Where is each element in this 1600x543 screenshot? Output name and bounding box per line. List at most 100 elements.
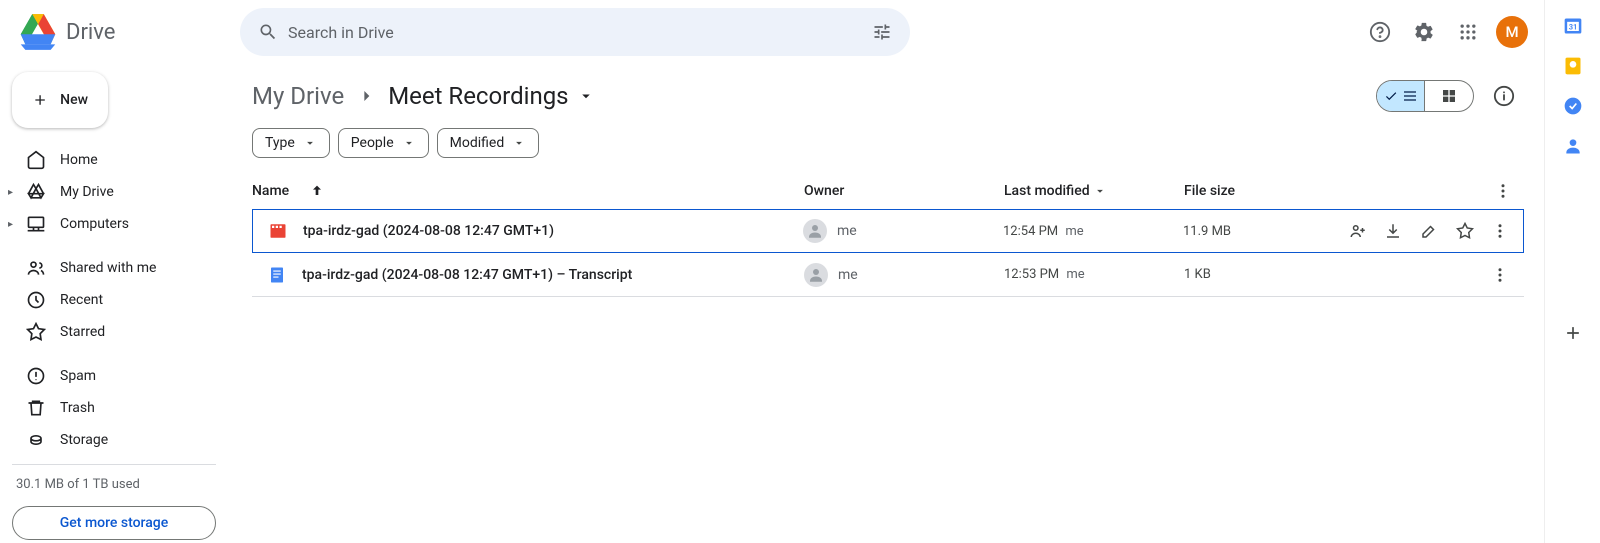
logo-area[interactable]: Drive bbox=[12, 12, 232, 52]
svg-text:31: 31 bbox=[1568, 22, 1577, 31]
sidebar-item-label: Starred bbox=[60, 324, 105, 340]
view-toggle bbox=[1376, 80, 1474, 112]
tasks-addon-icon[interactable] bbox=[1563, 96, 1583, 116]
table-row[interactable]: tpa-irdz-gad (2024-08-08 12:47 GMT+1) – … bbox=[252, 253, 1524, 297]
filter-type[interactable]: Type bbox=[252, 128, 330, 158]
more-button[interactable] bbox=[1484, 259, 1516, 291]
caret-down-icon bbox=[1093, 184, 1107, 198]
filter-row: Type People Modified bbox=[252, 128, 1524, 158]
arrow-up-icon bbox=[309, 183, 325, 199]
plus-icon bbox=[32, 88, 48, 112]
new-button[interactable]: New bbox=[12, 72, 108, 128]
storage-usage-text: 30.1 MB of 1 TB used bbox=[12, 477, 216, 492]
more-button[interactable] bbox=[1485, 215, 1515, 247]
star-button[interactable] bbox=[1450, 215, 1480, 247]
sidebar-item-trash[interactable]: Trash bbox=[12, 392, 216, 424]
expand-icon[interactable]: ▸ bbox=[8, 219, 13, 230]
breadcrumb-parent[interactable]: My Drive bbox=[252, 82, 344, 110]
file-name: tpa-irdz-gad (2024-08-08 12:47 GMT+1) bbox=[303, 223, 803, 239]
share-button[interactable] bbox=[1343, 215, 1373, 247]
home-icon bbox=[26, 150, 46, 170]
sidebar-item-home[interactable]: Home bbox=[12, 144, 216, 176]
list-view-button[interactable] bbox=[1377, 81, 1425, 111]
doc-file-icon bbox=[252, 266, 302, 284]
modified-cell: 12:53 PM me bbox=[1004, 267, 1184, 282]
sidebar-item-label: Computers bbox=[60, 216, 129, 232]
main-panel: My Drive Meet Recordings bbox=[232, 64, 1544, 543]
sidebar-item-mydrive[interactable]: ▸ My Drive bbox=[12, 176, 216, 208]
row-actions bbox=[1344, 259, 1524, 291]
caret-down-icon bbox=[303, 136, 317, 150]
sidebar-item-computers[interactable]: ▸ Computers bbox=[12, 208, 216, 240]
video-file-icon bbox=[253, 222, 303, 240]
sidebar-item-label: Recent bbox=[60, 292, 103, 308]
search-input[interactable] bbox=[288, 23, 862, 42]
sidebar-item-storage[interactable]: Storage bbox=[12, 424, 216, 456]
top-actions: M bbox=[1360, 12, 1536, 52]
account-avatar[interactable]: M bbox=[1496, 16, 1528, 48]
sidebar-item-spam[interactable]: Spam bbox=[12, 360, 216, 392]
add-addon-icon[interactable] bbox=[1563, 323, 1583, 343]
caret-down-icon bbox=[402, 136, 416, 150]
grid-view-button[interactable] bbox=[1425, 81, 1473, 111]
search-icon[interactable] bbox=[248, 12, 288, 52]
trash-icon bbox=[26, 398, 46, 418]
spam-icon bbox=[26, 366, 46, 386]
info-button[interactable] bbox=[1484, 76, 1524, 116]
breadcrumb-current[interactable]: Meet Recordings bbox=[388, 82, 568, 110]
owner-cell: me bbox=[804, 263, 1004, 287]
owner-cell: me bbox=[803, 219, 1003, 243]
column-owner[interactable]: Owner bbox=[804, 183, 1004, 199]
sidebar-item-label: My Drive bbox=[60, 184, 114, 200]
column-name[interactable]: Name bbox=[252, 183, 804, 199]
grid-icon bbox=[1441, 88, 1457, 104]
download-button[interactable] bbox=[1379, 215, 1409, 247]
drive-icon bbox=[26, 182, 46, 202]
check-icon bbox=[1384, 89, 1398, 103]
size-cell: 11.9 MB bbox=[1183, 224, 1343, 239]
search-tune-icon[interactable] bbox=[862, 12, 902, 52]
sidepanel: 31 bbox=[1544, 0, 1600, 543]
sidebar-item-starred[interactable]: Starred bbox=[12, 316, 216, 348]
owner-avatar-icon bbox=[803, 219, 827, 243]
sidebar-item-shared[interactable]: Shared with me bbox=[12, 252, 216, 284]
keep-addon-icon[interactable] bbox=[1563, 56, 1583, 76]
get-storage-button[interactable]: Get more storage bbox=[12, 506, 216, 540]
rename-button[interactable] bbox=[1414, 215, 1444, 247]
row-actions bbox=[1343, 215, 1523, 247]
computers-icon bbox=[26, 214, 46, 234]
settings-icon[interactable] bbox=[1404, 12, 1444, 52]
column-modified[interactable]: Last modified bbox=[1004, 183, 1184, 199]
sidebar-item-recent[interactable]: Recent bbox=[12, 284, 216, 316]
breadcrumb: My Drive Meet Recordings bbox=[252, 76, 1524, 116]
column-size[interactable]: File size bbox=[1184, 183, 1344, 199]
calendar-addon-icon[interactable]: 31 bbox=[1563, 16, 1583, 36]
caret-down-icon bbox=[512, 136, 526, 150]
new-button-label: New bbox=[60, 92, 88, 108]
header-more-button[interactable] bbox=[1494, 182, 1524, 200]
apps-icon[interactable] bbox=[1448, 12, 1488, 52]
contacts-addon-icon[interactable] bbox=[1563, 136, 1583, 156]
shared-icon bbox=[26, 258, 46, 278]
filter-modified[interactable]: Modified bbox=[437, 128, 540, 158]
size-cell: 1 KB bbox=[1184, 267, 1344, 282]
breadcrumb-dropdown-icon[interactable] bbox=[577, 87, 595, 105]
sidebar-item-label: Trash bbox=[60, 400, 95, 416]
help-icon[interactable] bbox=[1360, 12, 1400, 52]
expand-icon[interactable]: ▸ bbox=[8, 187, 13, 198]
star-icon bbox=[26, 322, 46, 342]
list-icon bbox=[1402, 88, 1418, 104]
table-row[interactable]: tpa-irdz-gad (2024-08-08 12:47 GMT+1) me… bbox=[252, 209, 1524, 253]
topbar: Drive M bbox=[0, 0, 1544, 64]
more-vert-icon bbox=[1494, 182, 1512, 200]
filter-people[interactable]: People bbox=[338, 128, 429, 158]
sidebar: New Home ▸ My Drive ▸ Computers bbox=[0, 64, 232, 543]
storage-icon bbox=[26, 430, 46, 450]
sidebar-item-label: Storage bbox=[60, 432, 108, 448]
search-bar[interactable] bbox=[240, 8, 910, 56]
table-header: Name Owner Last modified File size bbox=[252, 174, 1524, 209]
app-name: Drive bbox=[66, 20, 115, 45]
sidebar-item-label: Spam bbox=[60, 368, 96, 384]
file-name: tpa-irdz-gad (2024-08-08 12:47 GMT+1) – … bbox=[302, 267, 804, 283]
sidebar-item-label: Home bbox=[60, 152, 98, 168]
